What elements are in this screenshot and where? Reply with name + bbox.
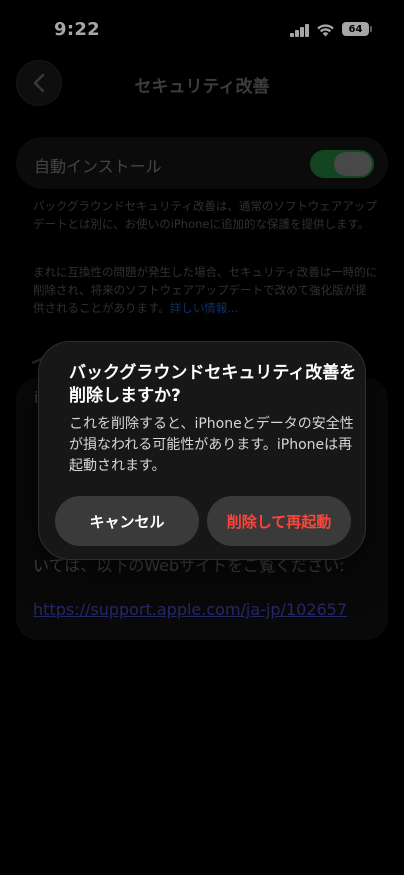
cancel-button[interactable]: キャンセル <box>55 496 199 546</box>
dialog-title: バックグラウンドセキュリティ改善を削除しますか? <box>69 363 357 406</box>
dialog-message: これを削除すると、iPhoneとデータの安全性が損なわれる可能性があります。iP… <box>69 416 354 474</box>
remove-and-restart-button[interactable]: 削除して再起動 <box>207 496 351 546</box>
remove-confirmation-dialog: バックグラウンドセキュリティ改善を削除しますか? これを削除すると、iPhone… <box>38 341 366 560</box>
